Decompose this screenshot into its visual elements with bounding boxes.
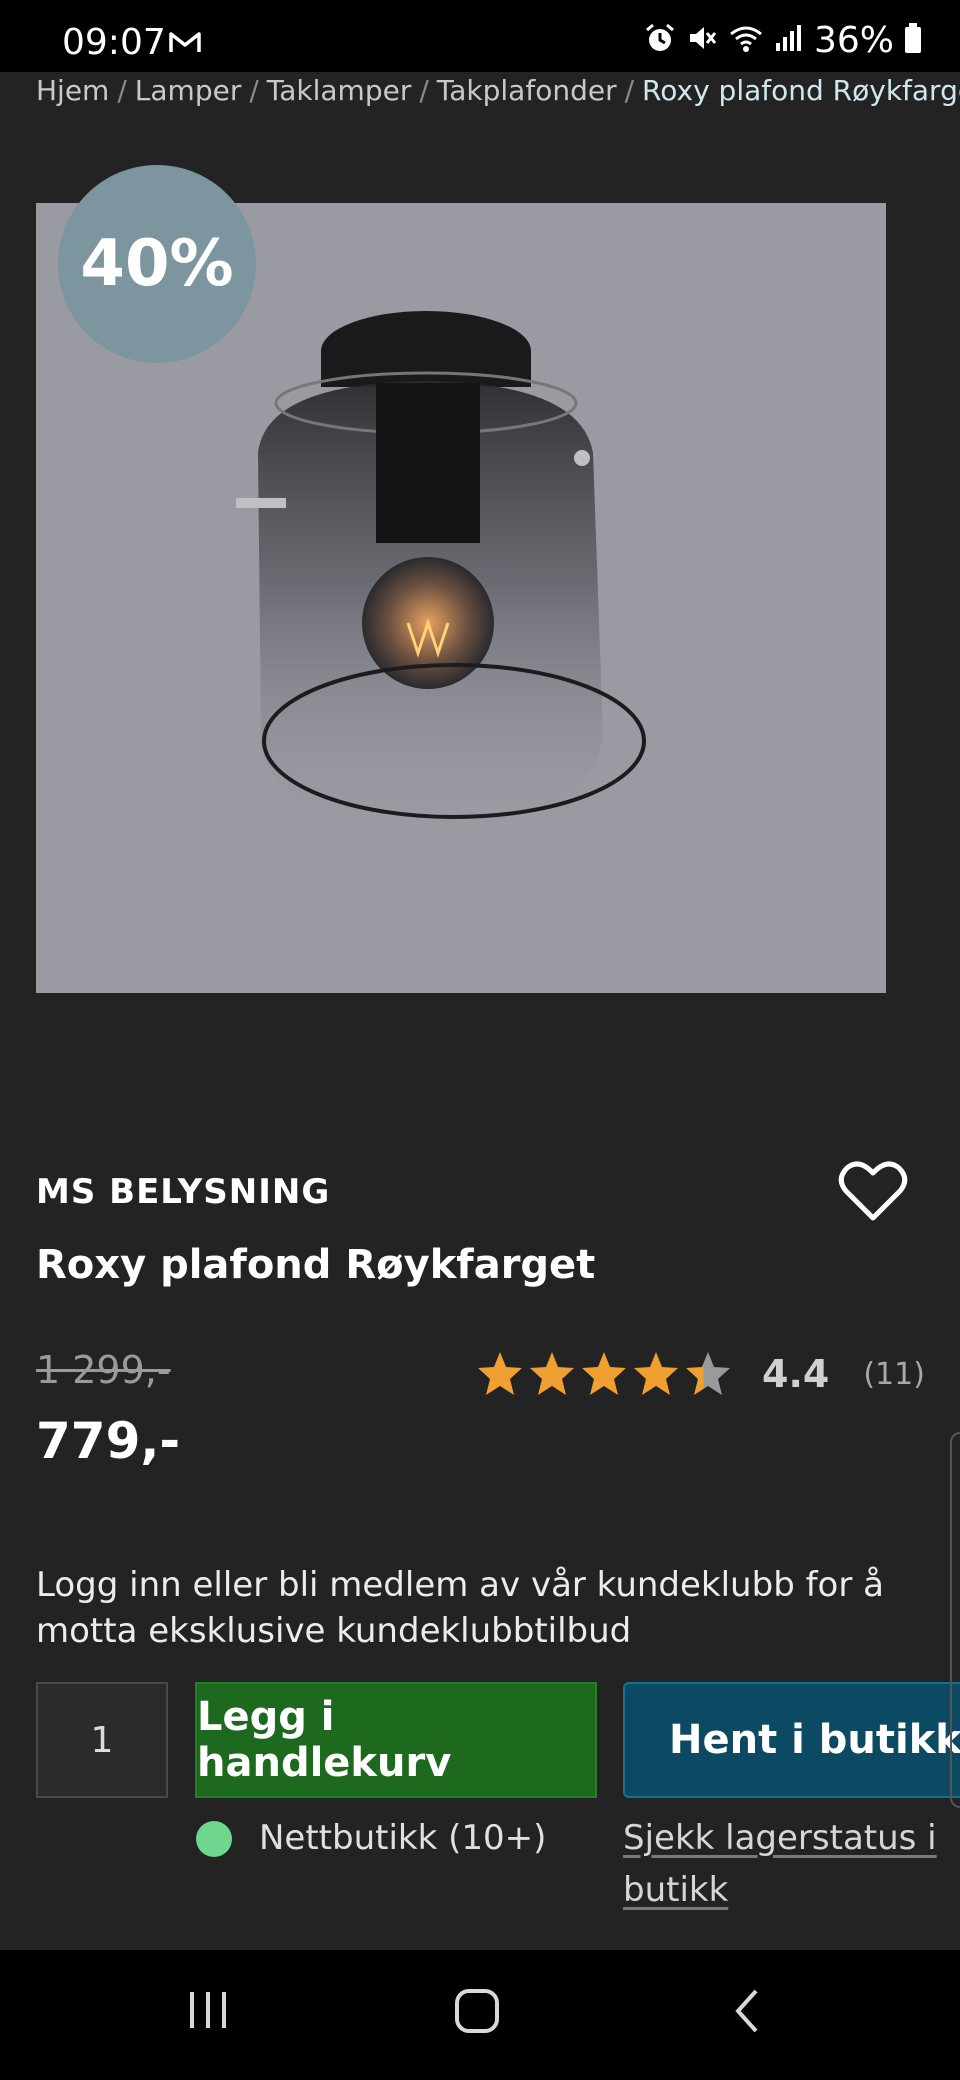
star-icon (582, 1352, 626, 1395)
old-price: 1 299,- (36, 1348, 171, 1392)
battery-level: 36% (813, 19, 894, 61)
breadcrumb-separator: / (117, 74, 127, 107)
breadcrumb-separator: / (249, 74, 259, 107)
status-bar: 09:07 36% (0, 0, 960, 72)
breadcrumb: Hjem / Lamper / Taklamper / Takplafonder / Roxy … (36, 74, 960, 107)
member-info-text: Logg inn eller bli medlem av vår kundekl… (36, 1565, 884, 1644)
breadcrumb-taklamper[interactable]: Taklamper (267, 74, 412, 107)
breadcrumb-takplafonder[interactable]: Takplafonder (437, 74, 617, 107)
product-rating[interactable]: 4.4 (11) (476, 1350, 925, 1398)
breadcrumb-current: Roxy plafond Røykfarget (642, 74, 960, 107)
star-icon (530, 1352, 574, 1395)
alarm-icon (644, 22, 676, 58)
discount-badge: 40% (58, 165, 256, 363)
breadcrumb-home[interactable]: Hjem (36, 74, 109, 107)
stock-status-dot (196, 1821, 232, 1857)
breadcrumb-lamper[interactable]: Lamper (135, 74, 242, 107)
product-title: Roxy plafond Røykfarget (36, 1242, 596, 1288)
heart-icon (838, 1161, 908, 1221)
rating-stars (476, 1350, 732, 1398)
pickup-in-store-button[interactable]: Hent i butikk (623, 1682, 960, 1798)
home-icon[interactable] (454, 1988, 500, 2038)
rating-score: 4.4 (762, 1352, 830, 1396)
breadcrumb-separator: / (624, 74, 635, 107)
star-icon (686, 1352, 730, 1395)
breadcrumb-separator: / (419, 74, 429, 107)
status-icons: 36% (644, 19, 922, 61)
star-icon (634, 1352, 678, 1395)
navigation-bar (0, 1950, 960, 2080)
wifi-icon (728, 22, 764, 58)
quantity-input[interactable]: 1 (36, 1682, 168, 1798)
stock-status-text: Nettbutikk (10+) (259, 1818, 547, 1858)
back-icon[interactable] (732, 1988, 762, 2038)
scroll-handle[interactable] (950, 1432, 960, 1808)
wishlist-button[interactable] (838, 1160, 908, 1228)
product-brand[interactable]: MS BELYSNING (36, 1172, 330, 1212)
check-store-stock-link[interactable]: Sjekk lagerstatus i butikk (623, 1812, 953, 1916)
current-price: 779,- (36, 1412, 181, 1470)
star-icon (478, 1352, 522, 1395)
status-time: 09:07 (62, 22, 166, 63)
mail-icon (168, 30, 202, 58)
signal-icon (774, 23, 804, 57)
battery-icon (904, 22, 922, 58)
mute-icon (686, 22, 718, 58)
add-to-cart-button[interactable]: Legg i handlekurv (195, 1682, 597, 1798)
rating-count: (11) (863, 1356, 925, 1392)
recent-apps-icon[interactable] (186, 1988, 230, 2036)
